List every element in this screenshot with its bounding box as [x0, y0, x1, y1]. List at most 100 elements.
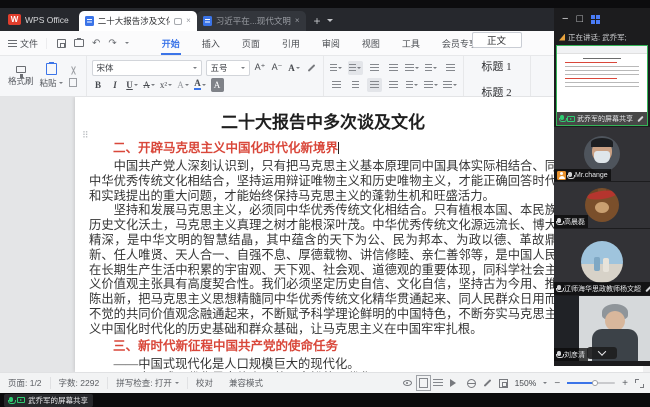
superscript-button[interactable]: x² — [160, 78, 173, 92]
mic-icon — [557, 351, 561, 356]
speaking-indicator: 正在讲话: 武乔军; — [554, 30, 650, 44]
web-layout-icon[interactable] — [467, 379, 476, 388]
close-tab-icon[interactable]: × — [186, 16, 191, 26]
chevron-down-icon — [598, 347, 606, 355]
decrease-indent-button[interactable] — [367, 61, 382, 75]
fullscreen-icon[interactable] — [635, 379, 644, 388]
border-button[interactable] — [443, 78, 458, 92]
style-body-text[interactable]: 正文 — [472, 32, 522, 48]
screen-share-tile[interactable]: 武乔军的屏幕共享 — [556, 45, 648, 126]
tab-list-chevron-icon[interactable] — [327, 19, 333, 25]
zoom-in-button[interactable]: + — [622, 378, 628, 389]
file-menu-label: 文件 — [20, 37, 38, 50]
fit-page-icon[interactable] — [499, 379, 508, 388]
tab-view[interactable]: 视图 — [351, 31, 391, 55]
quick-access-chevron-icon[interactable] — [125, 42, 129, 46]
collapse-panel-button[interactable] — [587, 347, 617, 359]
copy-icon[interactable] — [69, 78, 77, 87]
styles-gallery: 正文 标题 1 标题 2 — [464, 56, 531, 96]
zoom-level[interactable]: 150% — [515, 378, 537, 388]
share-tile-label: 武乔军的屏幕共享 — [557, 112, 647, 125]
zoom-slider-knob[interactable] — [592, 380, 598, 386]
tab-insert[interactable]: 插入 — [191, 31, 231, 55]
document-tab-inactive[interactable]: 习近平在...现代文明 × — [197, 11, 306, 31]
rename-pencil-icon[interactable] — [637, 115, 643, 121]
format-painter-button[interactable]: 格式刷 — [8, 63, 34, 89]
paragraph-drag-handle-icon[interactable]: ⠿ — [82, 130, 88, 141]
tab-page[interactable]: 页面 — [231, 31, 271, 55]
tab-home[interactable]: 开始 — [151, 31, 191, 55]
mic-icon — [568, 172, 572, 177]
number-list-button[interactable] — [348, 61, 363, 75]
avatar — [584, 136, 620, 172]
shading-color-button[interactable] — [424, 78, 439, 92]
share-preview-toolbar — [557, 46, 647, 54]
font-name-select[interactable]: 宋体 — [92, 60, 202, 76]
new-tab-button[interactable]: + — [314, 14, 321, 28]
close-tab-icon[interactable]: × — [295, 16, 300, 26]
increase-indent-button[interactable] — [386, 61, 401, 75]
rename-pencil-icon[interactable] — [645, 285, 650, 291]
document-heading-3: 三、新时代新征程中国共产党的使命任务 — [89, 338, 557, 354]
italic-button[interactable]: I — [109, 78, 122, 92]
text-direction-button[interactable] — [405, 61, 420, 75]
zoom-chevron-icon[interactable] — [543, 382, 547, 386]
eye-protect-icon[interactable] — [403, 380, 412, 386]
paste-button[interactable]: 粘贴 — [40, 63, 63, 89]
ink-icon[interactable] — [483, 379, 491, 387]
grow-font-button[interactable]: A⁺ — [254, 61, 267, 75]
text-effects-button[interactable]: A — [288, 61, 301, 75]
highlight-button[interactable]: A — [177, 78, 190, 92]
participant-tile[interactable]: 刘彦清 — [554, 296, 650, 361]
paragraph-layout-button[interactable] — [405, 78, 420, 92]
wps-menu-button[interactable]: W WPS Office — [0, 8, 79, 31]
shrink-font-button[interactable]: A⁻ — [271, 61, 284, 75]
cut-icon[interactable] — [69, 66, 78, 76]
spellcheck-toggle[interactable]: 拼写检查: 打开 — [108, 377, 188, 389]
font-size-select[interactable]: 五号 — [206, 60, 250, 76]
bullet-list-button[interactable] — [329, 61, 344, 75]
document-tab-active[interactable]: 二十大报告涉及文化 × — [79, 11, 197, 31]
proofread-button[interactable]: 校对 — [188, 377, 221, 389]
font-name-value: 宋体 — [97, 62, 114, 74]
char-shading-button[interactable]: A — [211, 78, 224, 92]
minimize-icon[interactable]: − — [562, 13, 568, 25]
comment-bubble-icon — [174, 18, 182, 25]
participant-tile[interactable]: 辽师海华思政教师杨文超 — [554, 229, 650, 295]
underline-button[interactable]: U — [126, 78, 139, 92]
wps-app-name: WPS Office — [25, 15, 69, 25]
undo-icon[interactable]: ↶ — [92, 38, 100, 49]
bold-button[interactable]: B — [92, 78, 105, 92]
layout-grid-icon[interactable] — [591, 15, 600, 24]
tab-reference[interactable]: 引用 — [271, 31, 311, 55]
align-center-button[interactable] — [348, 78, 363, 92]
style-heading-1[interactable]: 标题 1 — [472, 58, 522, 74]
font-color-button[interactable]: A — [194, 78, 207, 92]
strikethrough-button[interactable]: A — [143, 78, 156, 92]
distribute-button[interactable] — [386, 78, 401, 92]
align-left-button[interactable] — [329, 78, 344, 92]
zoom-out-button[interactable]: − — [554, 378, 560, 389]
redo-icon[interactable]: ↷ — [108, 38, 116, 49]
zoom-slider[interactable] — [567, 382, 615, 384]
file-menu-button[interactable]: 文件 — [0, 37, 46, 50]
page-indicator: 页面: 1/2 — [0, 377, 51, 389]
presentation-icon[interactable] — [450, 379, 460, 387]
clear-format-button[interactable] — [305, 61, 318, 75]
participant-tile[interactable]: 高晨磊 — [554, 182, 650, 228]
save-icon[interactable] — [57, 39, 66, 48]
align-justify-button[interactable] — [367, 78, 382, 92]
line-spacing-button[interactable] — [424, 61, 439, 75]
participant-tile[interactable]: Mr.change — [554, 127, 650, 181]
print-icon[interactable] — [74, 39, 84, 47]
word-count[interactable]: 字数: 2292 — [51, 377, 109, 389]
outline-view-icon[interactable] — [433, 379, 443, 387]
page-view-icon[interactable] — [419, 378, 428, 388]
tab-review[interactable]: 审阅 — [311, 31, 351, 55]
avatar — [585, 188, 619, 222]
sort-button[interactable] — [443, 61, 458, 75]
tab-tools[interactable]: 工具 — [391, 31, 431, 55]
maximize-icon[interactable]: □ — [576, 13, 583, 25]
wps-window: W WPS Office 二十大报告涉及文化 × 习近平在...现代文明 × +… — [0, 8, 650, 393]
screen-share-indicator[interactable]: 武乔军的屏幕共享 — [4, 394, 93, 407]
